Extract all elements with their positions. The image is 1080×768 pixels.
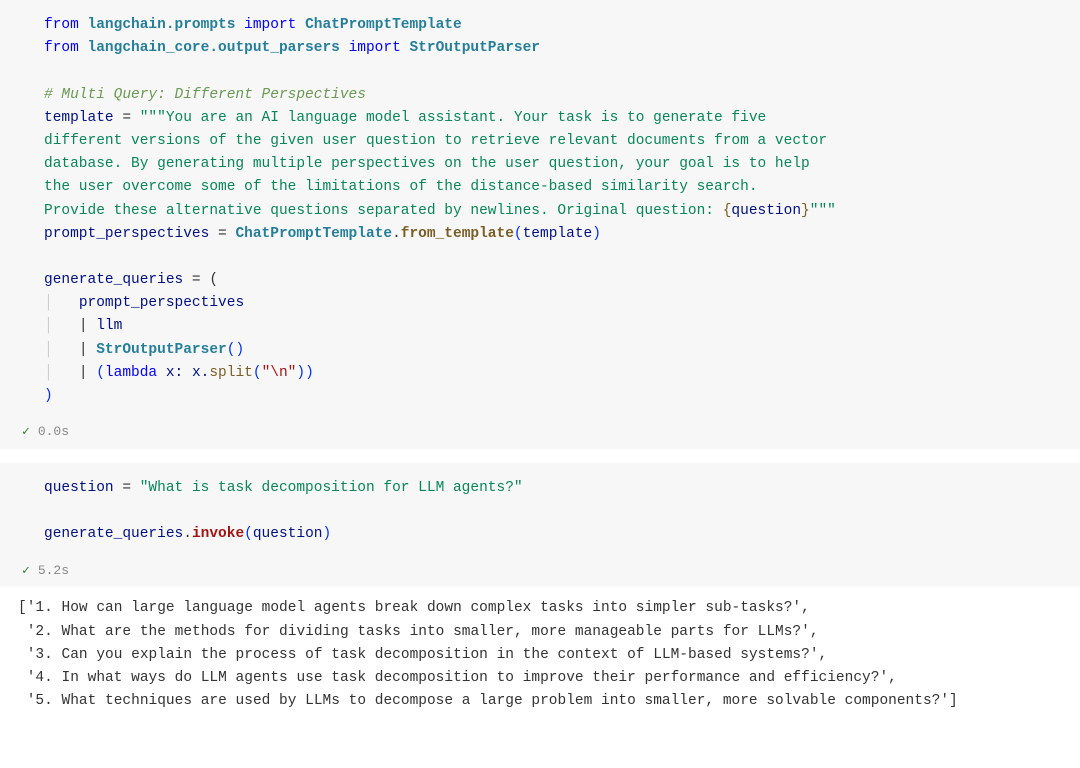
method-name: from_template: [401, 226, 514, 242]
variable: template: [44, 110, 114, 126]
output-line: '2. What are the methods for dividing ta…: [18, 624, 819, 640]
keyword-lambda: lambda: [105, 365, 157, 381]
paren: ): [592, 226, 601, 242]
placeholder-name: question: [731, 203, 801, 219]
string-body: You are an AI language model assistant. …: [166, 110, 775, 126]
paren: (: [514, 226, 523, 242]
indent-guide: │: [44, 318, 79, 334]
string-body: Provide these alternative questions sepa…: [44, 203, 723, 219]
arg: template: [523, 226, 593, 242]
exec-status: ✓ 0.0s: [0, 418, 1080, 449]
exec-time: 0.0s: [38, 422, 69, 443]
variable: prompt_perspectives: [44, 226, 209, 242]
code-cell-2: question = "What is task decomposition f…: [0, 463, 1080, 727]
pipe-op: |: [79, 365, 96, 381]
op-eq-open: = (: [183, 272, 218, 288]
string-body: different versions of the given user que…: [44, 133, 836, 149]
output-line: '3. Can you explain the process of task …: [18, 647, 827, 663]
paren: (: [244, 526, 253, 542]
pipe-op: |: [79, 318, 96, 334]
check-icon: ✓: [22, 422, 30, 443]
code-block[interactable]: from langchain.prompts import ChatPrompt…: [0, 0, 1080, 418]
paren-close: ): [44, 388, 53, 404]
paren: (): [227, 342, 244, 358]
module-path: langchain_core.output_parsers: [88, 40, 340, 56]
class-name: ChatPromptTemplate: [305, 17, 462, 33]
keyword-import: import: [244, 17, 296, 33]
indent-guide: │: [44, 365, 79, 381]
arg: question: [253, 526, 323, 542]
exec-status: ✓ 5.2s: [0, 557, 1080, 588]
paren: )): [296, 365, 313, 381]
brace-close: }: [801, 203, 810, 219]
string-body: database. By generating multiple perspec…: [44, 156, 818, 172]
method-split: split: [209, 365, 253, 381]
output-line: '4. In what ways do LLM agents use task …: [18, 670, 897, 686]
keyword-from: from: [44, 17, 79, 33]
paren: (: [253, 365, 262, 381]
pipe-op: |: [79, 342, 96, 358]
output-line: ['1. How can large language model agents…: [18, 600, 810, 616]
variable: question: [44, 480, 114, 496]
indent-guide: │: [44, 342, 79, 358]
string-literal: "What is task decomposition for LLM agen…: [140, 480, 523, 496]
output-line: '5. What techniques are used by LLMs to …: [18, 693, 958, 709]
string-body: the user overcome some of the limitation…: [44, 179, 766, 195]
class-name: ChatPromptTemplate: [235, 226, 392, 242]
paren: (: [96, 365, 105, 381]
cell-output: ['1. How can large language model agents…: [0, 587, 1080, 727]
method-invoke: invoke: [192, 526, 244, 542]
check-icon: ✓: [22, 561, 30, 582]
code-block[interactable]: question = "What is task decomposition f…: [0, 463, 1080, 557]
paren: ): [322, 526, 331, 542]
keyword-import: import: [349, 40, 401, 56]
variable: generate_queries: [44, 526, 183, 542]
op-eq: =: [114, 110, 140, 126]
dot: .: [392, 226, 401, 242]
op-eq: =: [114, 480, 140, 496]
indent-guide: │: [44, 295, 79, 311]
pipe-item: llm: [96, 318, 122, 334]
class-name: StrOutputParser: [409, 40, 540, 56]
class-name: StrOutputParser: [96, 342, 227, 358]
variable: generate_queries: [44, 272, 183, 288]
string-quote: """: [140, 110, 166, 126]
exec-time: 5.2s: [38, 561, 69, 582]
keyword-from: from: [44, 40, 79, 56]
module-path: langchain.prompts: [88, 17, 236, 33]
dot: .: [183, 526, 192, 542]
lambda-body: x: x.: [157, 365, 209, 381]
string-quote: """: [810, 203, 836, 219]
code-cell-1: from langchain.prompts import ChatPrompt…: [0, 0, 1080, 449]
op-eq: =: [209, 226, 235, 242]
comment: # Multi Query: Different Perspectives: [44, 87, 366, 103]
pipe-item: prompt_perspectives: [79, 295, 244, 311]
string-literal: "\n": [262, 365, 297, 381]
